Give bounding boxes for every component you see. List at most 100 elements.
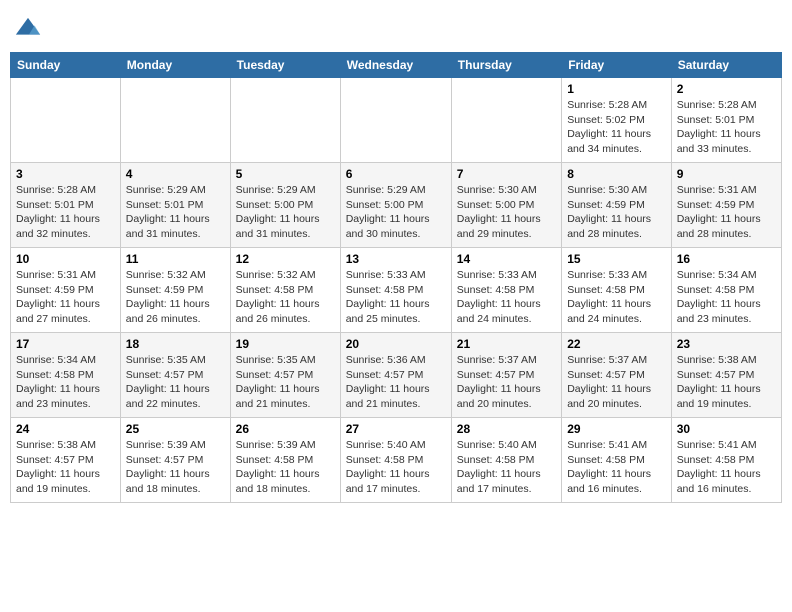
calendar-cell [11, 78, 121, 163]
calendar-cell: 4 Sunrise: 5:29 AM Sunset: 5:01 PM Daylig… [120, 163, 230, 248]
day-number: 12 [236, 252, 335, 266]
calendar-cell: 21 Sunrise: 5:37 AM Sunset: 4:57 PM Dayli… [451, 333, 561, 418]
day-info: Sunrise: 5:31 AM Sunset: 4:59 PM Dayligh… [16, 268, 115, 327]
calendar-cell: 11Sunrise: 5:32 AM Sunset: 4:59 PM Dayli… [120, 248, 230, 333]
day-info: Sunrise: 5:40 AM Sunset: 4:58 PM Dayligh… [346, 438, 446, 497]
weekday-header: Wednesday [340, 53, 451, 78]
calendar-cell: 10 Sunrise: 5:31 AM Sunset: 4:59 PM Dayli… [11, 248, 121, 333]
day-number: 25 [126, 422, 225, 436]
calendar-cell: 17 Sunrise: 5:34 AM Sunset: 4:58 PM Dayli… [11, 333, 121, 418]
day-number: 16 [677, 252, 776, 266]
day-info: Sunrise: 5:38 AM Sunset: 4:57 PM Dayligh… [677, 353, 776, 412]
calendar-cell: 24 Sunrise: 5:38 AM Sunset: 4:57 PM Dayli… [11, 418, 121, 503]
day-number: 22 [567, 337, 666, 351]
calendar-cell: 28 Sunrise: 5:40 AM Sunset: 4:58 PM Dayli… [451, 418, 561, 503]
day-number: 13 [346, 252, 446, 266]
day-info: Sunrise: 5:36 AM Sunset: 4:57 PM Dayligh… [346, 353, 446, 412]
day-info: Sunrise: 5:29 AM Sunset: 5:01 PM Dayligh… [126, 183, 225, 242]
day-number: 2 [677, 82, 776, 96]
calendar-cell: 20Sunrise: 5:36 AM Sunset: 4:57 PM Dayli… [340, 333, 451, 418]
calendar-cell: 25Sunrise: 5:39 AM Sunset: 4:57 PM Dayli… [120, 418, 230, 503]
weekday-header: Tuesday [230, 53, 340, 78]
calendar-cell: 8 Sunrise: 5:30 AM Sunset: 4:59 PM Daylig… [562, 163, 672, 248]
calendar-cell [230, 78, 340, 163]
calendar-cell: 14 Sunrise: 5:33 AM Sunset: 4:58 PM Dayli… [451, 248, 561, 333]
calendar-cell: 6 Sunrise: 5:29 AM Sunset: 5:00 PM Daylig… [340, 163, 451, 248]
calendar-table: SundayMondayTuesdayWednesdayThursdayFrid… [10, 52, 782, 503]
calendar-week-row: 1Sunrise: 5:28 AM Sunset: 5:02 PM Daylig… [11, 78, 782, 163]
day-info: Sunrise: 5:39 AM Sunset: 4:58 PM Dayligh… [236, 438, 335, 497]
calendar-cell [120, 78, 230, 163]
calendar-cell: 12 Sunrise: 5:32 AM Sunset: 4:58 PM Dayli… [230, 248, 340, 333]
day-info: Sunrise: 5:41 AM Sunset: 4:58 PM Dayligh… [677, 438, 776, 497]
calendar-cell: 13 Sunrise: 5:33 AM Sunset: 4:58 PM Dayli… [340, 248, 451, 333]
logo-icon [14, 16, 42, 44]
day-number: 5 [236, 167, 335, 181]
day-number: 14 [457, 252, 556, 266]
day-info: Sunrise: 5:28 AM Sunset: 5:01 PM Dayligh… [16, 183, 115, 242]
day-number: 29 [567, 422, 666, 436]
calendar-cell: 29 Sunrise: 5:41 AM Sunset: 4:58 PM Dayli… [562, 418, 672, 503]
calendar-cell: 30 Sunrise: 5:41 AM Sunset: 4:58 PM Dayli… [671, 418, 781, 503]
day-info: Sunrise: 5:28 AM Sunset: 5:01 PM Dayligh… [677, 98, 776, 157]
day-number: 28 [457, 422, 556, 436]
day-number: 18 [126, 337, 225, 351]
day-info: Sunrise: 5:32 AM Sunset: 4:59 PM Dayligh… [126, 268, 225, 327]
calendar-cell: 2 Sunrise: 5:28 AM Sunset: 5:01 PM Daylig… [671, 78, 781, 163]
day-number: 23 [677, 337, 776, 351]
day-info: Sunrise: 5:37 AM Sunset: 4:57 PM Dayligh… [457, 353, 556, 412]
day-number: 17 [16, 337, 115, 351]
day-info: Sunrise: 5:31 AM Sunset: 4:59 PM Dayligh… [677, 183, 776, 242]
day-number: 27 [346, 422, 446, 436]
day-number: 4 [126, 167, 225, 181]
day-number: 10 [16, 252, 115, 266]
calendar-week-row: 10 Sunrise: 5:31 AM Sunset: 4:59 PM Dayli… [11, 248, 782, 333]
calendar-cell: 9 Sunrise: 5:31 AM Sunset: 4:59 PM Daylig… [671, 163, 781, 248]
day-info: Sunrise: 5:33 AM Sunset: 4:58 PM Dayligh… [567, 268, 666, 327]
page-header [10, 10, 782, 44]
weekday-header: Thursday [451, 53, 561, 78]
day-info: Sunrise: 5:38 AM Sunset: 4:57 PM Dayligh… [16, 438, 115, 497]
day-number: 26 [236, 422, 335, 436]
day-info: Sunrise: 5:28 AM Sunset: 5:02 PM Dayligh… [567, 98, 666, 157]
day-info: Sunrise: 5:29 AM Sunset: 5:00 PM Dayligh… [236, 183, 335, 242]
calendar-week-row: 24 Sunrise: 5:38 AM Sunset: 4:57 PM Dayli… [11, 418, 782, 503]
day-number: 21 [457, 337, 556, 351]
day-info: Sunrise: 5:30 AM Sunset: 4:59 PM Dayligh… [567, 183, 666, 242]
day-number: 19 [236, 337, 335, 351]
calendar-week-row: 17 Sunrise: 5:34 AM Sunset: 4:58 PM Dayli… [11, 333, 782, 418]
calendar-cell: 26 Sunrise: 5:39 AM Sunset: 4:58 PM Dayli… [230, 418, 340, 503]
calendar-cell: 16Sunrise: 5:34 AM Sunset: 4:58 PM Dayli… [671, 248, 781, 333]
day-info: Sunrise: 5:34 AM Sunset: 4:58 PM Dayligh… [16, 353, 115, 412]
day-number: 6 [346, 167, 446, 181]
day-number: 30 [677, 422, 776, 436]
calendar-cell: 23 Sunrise: 5:38 AM Sunset: 4:57 PM Dayli… [671, 333, 781, 418]
day-info: Sunrise: 5:40 AM Sunset: 4:58 PM Dayligh… [457, 438, 556, 497]
weekday-header: Sunday [11, 53, 121, 78]
calendar-cell [451, 78, 561, 163]
day-number: 8 [567, 167, 666, 181]
day-info: Sunrise: 5:33 AM Sunset: 4:58 PM Dayligh… [457, 268, 556, 327]
calendar-cell: 19 Sunrise: 5:35 AM Sunset: 4:57 PM Dayli… [230, 333, 340, 418]
calendar-cell: 7Sunrise: 5:30 AM Sunset: 5:00 PM Daylig… [451, 163, 561, 248]
day-info: Sunrise: 5:29 AM Sunset: 5:00 PM Dayligh… [346, 183, 446, 242]
logo [14, 16, 46, 44]
day-info: Sunrise: 5:41 AM Sunset: 4:58 PM Dayligh… [567, 438, 666, 497]
day-info: Sunrise: 5:35 AM Sunset: 4:57 PM Dayligh… [236, 353, 335, 412]
day-info: Sunrise: 5:33 AM Sunset: 4:58 PM Dayligh… [346, 268, 446, 327]
day-number: 9 [677, 167, 776, 181]
weekday-header: Monday [120, 53, 230, 78]
calendar-cell: 15Sunrise: 5:33 AM Sunset: 4:58 PM Dayli… [562, 248, 672, 333]
calendar-cell [340, 78, 451, 163]
weekday-header: Saturday [671, 53, 781, 78]
calendar-cell: 18 Sunrise: 5:35 AM Sunset: 4:57 PM Dayli… [120, 333, 230, 418]
day-info: Sunrise: 5:37 AM Sunset: 4:57 PM Dayligh… [567, 353, 666, 412]
calendar-week-row: 3Sunrise: 5:28 AM Sunset: 5:01 PM Daylig… [11, 163, 782, 248]
day-info: Sunrise: 5:32 AM Sunset: 4:58 PM Dayligh… [236, 268, 335, 327]
day-number: 24 [16, 422, 115, 436]
weekday-header: Friday [562, 53, 672, 78]
calendar-cell: 22 Sunrise: 5:37 AM Sunset: 4:57 PM Dayli… [562, 333, 672, 418]
day-info: Sunrise: 5:35 AM Sunset: 4:57 PM Dayligh… [126, 353, 225, 412]
calendar-cell: 3Sunrise: 5:28 AM Sunset: 5:01 PM Daylig… [11, 163, 121, 248]
day-info: Sunrise: 5:30 AM Sunset: 5:00 PM Dayligh… [457, 183, 556, 242]
